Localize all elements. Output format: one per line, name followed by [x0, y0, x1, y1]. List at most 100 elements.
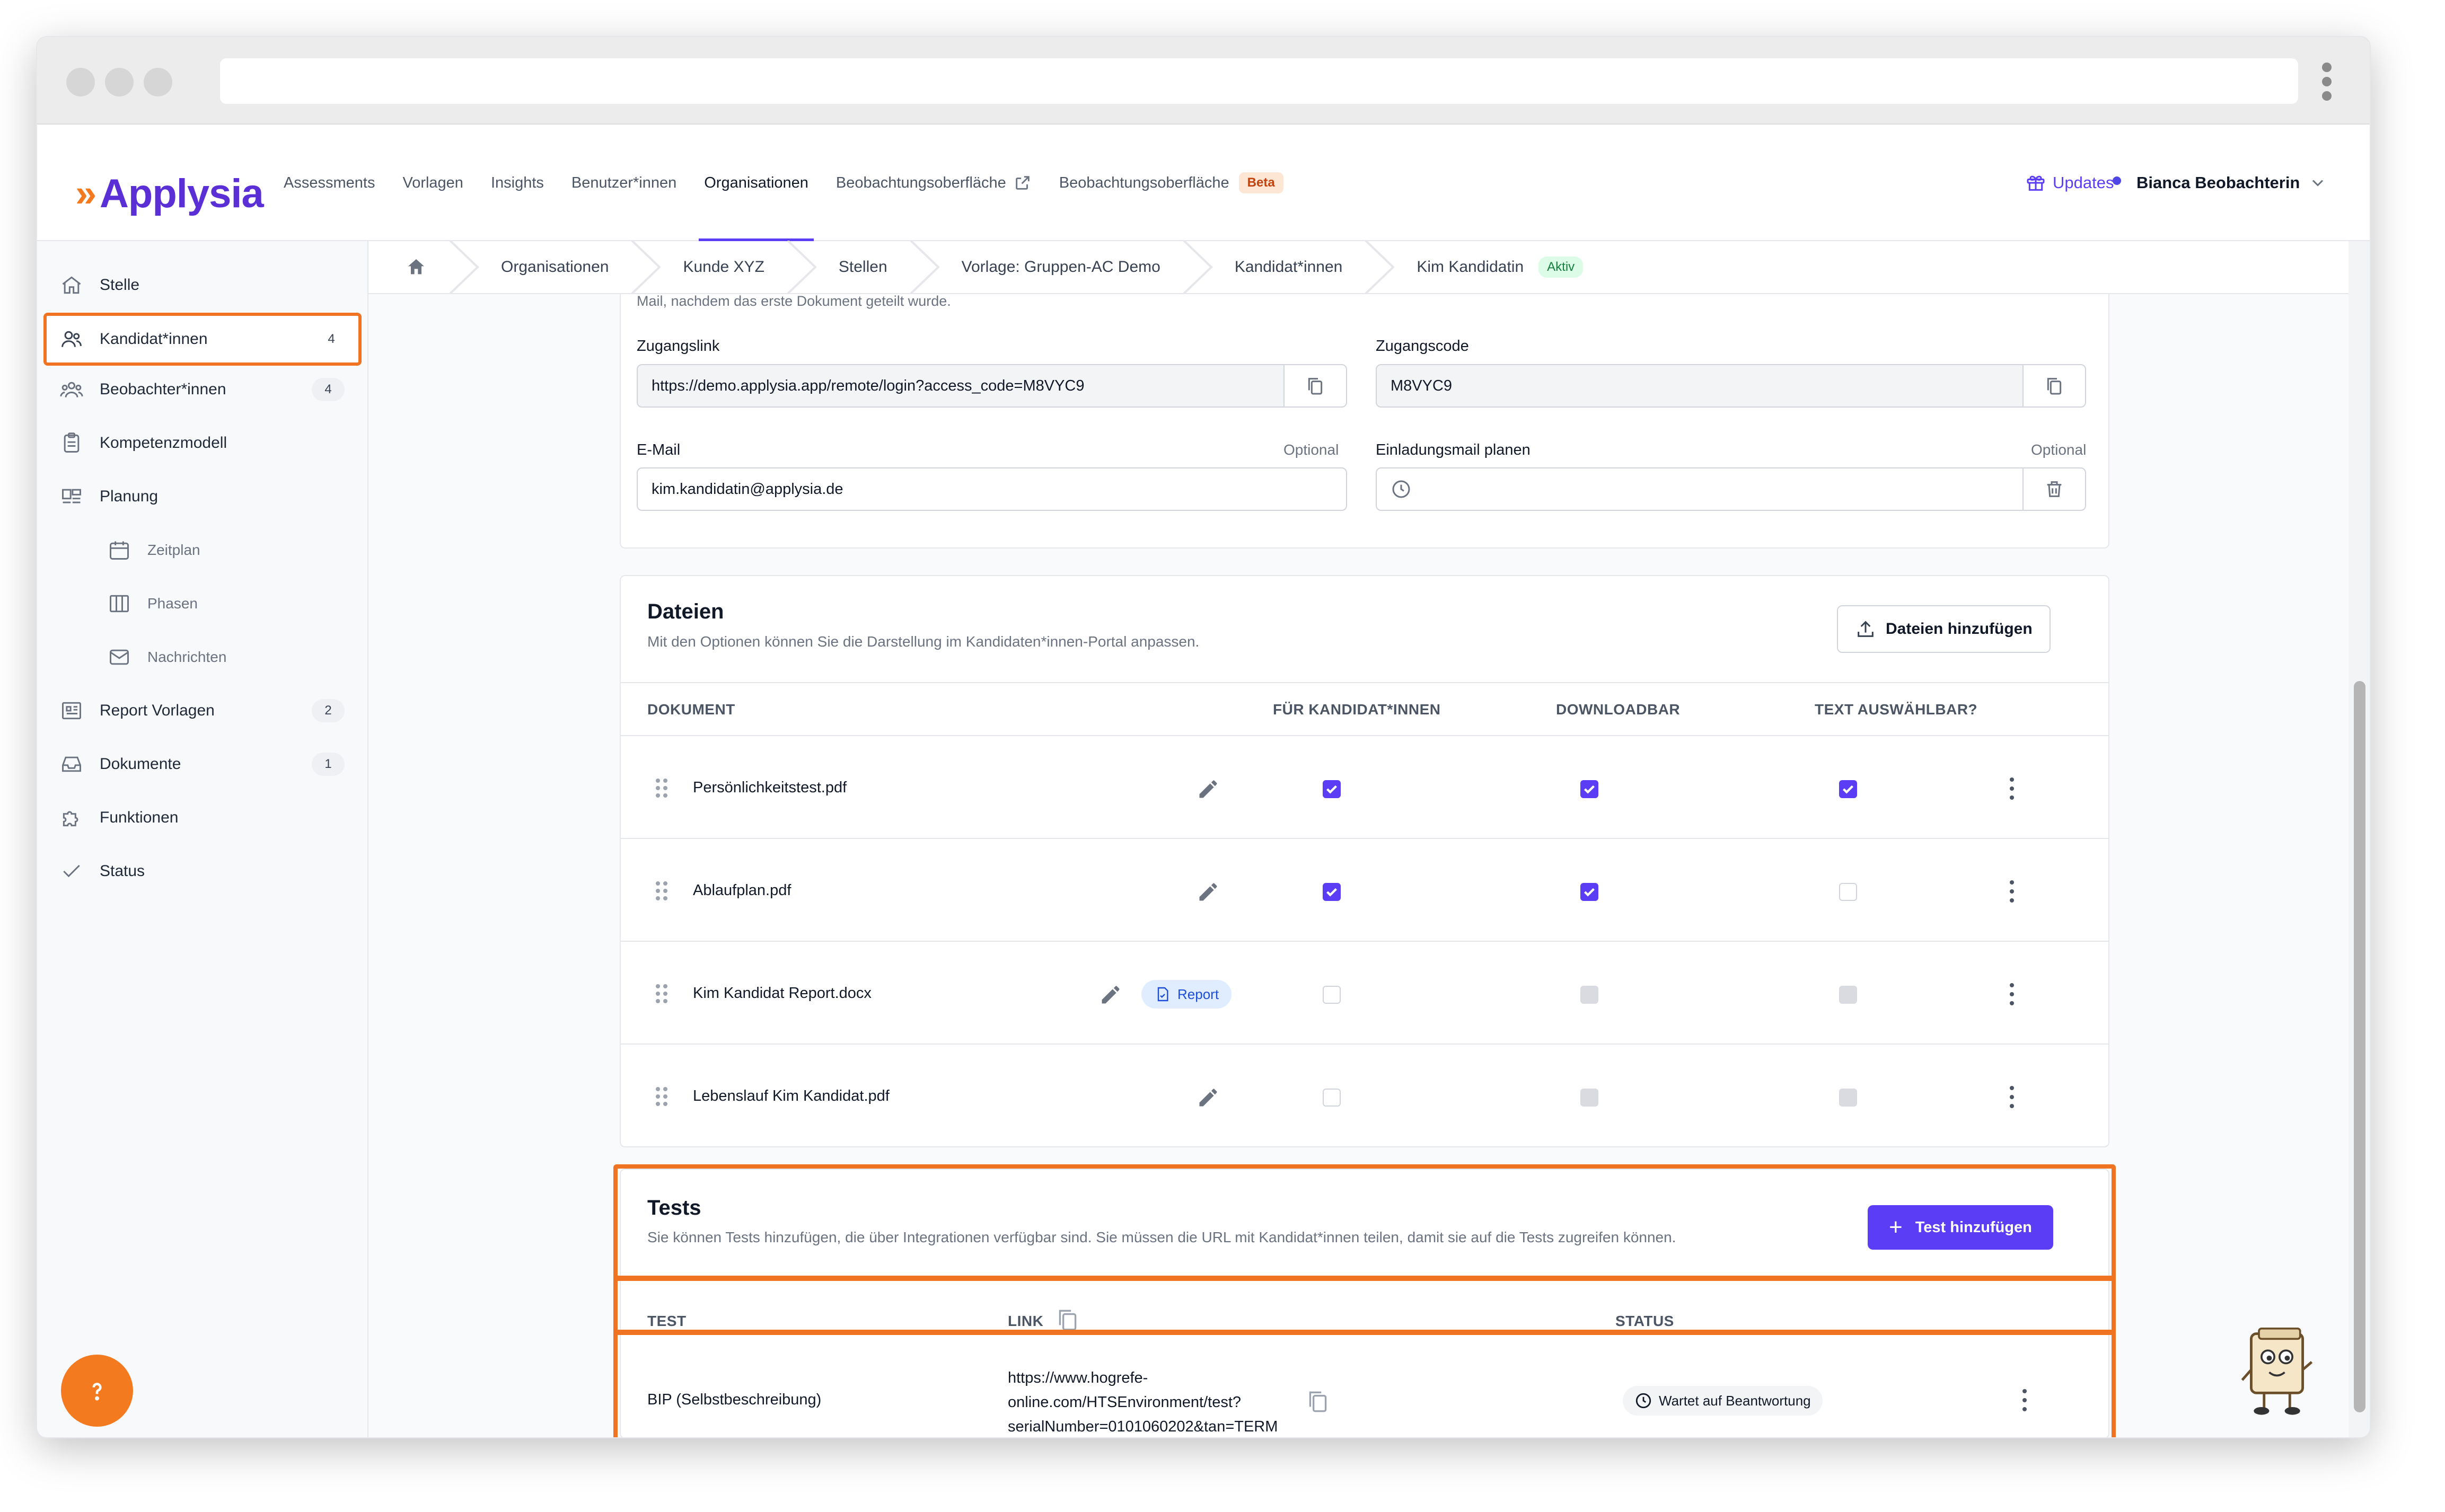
- user-menu[interactable]: Bianca Beobachterin: [2136, 125, 2327, 241]
- nav-assessments[interactable]: Assessments: [284, 125, 375, 241]
- window-minimize-dot[interactable]: [105, 68, 134, 96]
- nav-insights[interactable]: Insights: [491, 125, 544, 241]
- report-tag[interactable]: Report: [1141, 980, 1232, 1009]
- drag-handle-icon[interactable]: [655, 777, 669, 799]
- sidebar-item-beobachterinnen[interactable]: Beobachter*innen 4: [58, 368, 355, 411]
- files-title: Dateien: [647, 600, 724, 623]
- downloadable-checkbox[interactable]: [1580, 780, 1598, 798]
- sidebar-item-kompetenzmodell[interactable]: Kompetenzmodell: [58, 422, 355, 464]
- add-files-button[interactable]: Dateien hinzufügen: [1837, 605, 2051, 653]
- chevron-down-icon: [2312, 180, 2324, 187]
- zugangscode-field[interactable]: M8VYC9: [1376, 364, 2024, 408]
- browser-menu-icon[interactable]: [2322, 63, 2333, 101]
- breadcrumb-separator: [910, 241, 940, 294]
- window-maximize-dot[interactable]: [144, 68, 172, 96]
- nav-benutzer[interactable]: Benutzer*innen: [571, 125, 676, 241]
- selectable-checkbox[interactable]: [1839, 883, 1857, 901]
- nav-vorlagen[interactable]: Vorlagen: [402, 125, 463, 241]
- copy-link-button[interactable]: [1283, 364, 1347, 408]
- selectable-checkbox[interactable]: [1839, 780, 1857, 798]
- pencil-icon[interactable]: [1197, 880, 1220, 904]
- email-optional-label: Optional: [1283, 441, 1339, 458]
- for-candidates-checkbox[interactable]: [1323, 1089, 1341, 1107]
- access-intro-text: Mail, nachdem das erste Dokument geteilt…: [637, 294, 951, 309]
- sidebar-item-label: Status: [100, 862, 145, 880]
- document-name: Lebenslauf Kim Kandidat.pdf: [693, 1087, 890, 1104]
- files-card: Dateien Mit den Optionen können Sie die …: [620, 575, 2109, 1147]
- address-bar[interactable]: [220, 58, 2298, 104]
- table-divider: [621, 735, 2108, 736]
- sidebar-item-zeitplan[interactable]: Zeitplan: [106, 529, 355, 571]
- zugangslink-field[interactable]: https://demo.applysia.app/remote/login?a…: [637, 364, 1285, 408]
- nav-beobachtungsoberflaeche-beta[interactable]: Beobachtungsoberfläche Beta: [1059, 125, 1283, 241]
- breadcrumb-home[interactable]: [406, 241, 427, 294]
- checkmark-icon: [1326, 888, 1338, 897]
- breadcrumb-vorlage[interactable]: Vorlage: Gruppen-AC Demo: [962, 241, 1160, 294]
- row-menu-icon[interactable]: [2010, 777, 2015, 801]
- gift-icon: [2027, 175, 2045, 191]
- row-menu-icon[interactable]: [2010, 983, 2015, 1006]
- external-link-icon: [1016, 176, 1030, 190]
- einladungsmail-label: Einladungsmail planen: [1376, 441, 1531, 458]
- table-divider: [621, 941, 2108, 942]
- email-field[interactable]: kim.kandidatin@applysia.de: [637, 467, 1347, 511]
- row-menu-icon[interactable]: [2010, 1086, 2015, 1109]
- drag-handle-icon[interactable]: [655, 1086, 669, 1107]
- delete-schedule-button[interactable]: [2022, 467, 2086, 511]
- sidebar-item-dokumente[interactable]: Dokumente 1: [58, 743, 355, 785]
- email-label: E-Mail: [637, 441, 681, 458]
- scrollbar-thumb[interactable]: [2354, 681, 2365, 1412]
- main-nav: Assessments Vorlagen Insights Benutzer*i…: [284, 125, 1311, 241]
- sidebar-item-nachrichten[interactable]: Nachrichten: [106, 636, 355, 678]
- assistant-mascot-icon[interactable]: [2237, 1326, 2317, 1416]
- pencil-icon[interactable]: [1197, 777, 1220, 801]
- help-button[interactable]: [61, 1355, 133, 1427]
- sidebar-item-label: Funktionen: [100, 809, 179, 826]
- document-name: Persönlichkeitstest.pdf: [693, 779, 847, 796]
- sidebar-count-badge: 1: [312, 753, 345, 776]
- sidebar-item-label: Kompetenzmodell: [100, 434, 227, 452]
- breadcrumb-stellen[interactable]: Stellen: [839, 241, 887, 294]
- sidebar-item-status[interactable]: Status: [58, 850, 355, 892]
- breadcrumb-separator: [1365, 241, 1395, 294]
- sidebar-item-stelle[interactable]: Stelle: [58, 264, 355, 306]
- for-candidates-checkbox[interactable]: [1323, 883, 1341, 901]
- sidebar-item-kandidatinnen[interactable]: Kandidat*innen 4: [43, 313, 362, 366]
- document-name: Kim Kandidat Report.docx: [693, 985, 872, 1002]
- sidebar-count-badge: 2: [312, 699, 345, 722]
- nav-organisationen[interactable]: Organisationen: [699, 125, 814, 241]
- for-candidates-checkbox[interactable]: [1323, 986, 1341, 1004]
- for-candidates-checkbox[interactable]: [1323, 780, 1341, 798]
- checkmark-icon: [1326, 785, 1338, 794]
- breadcrumb-kandidatinnen[interactable]: Kandidat*innen: [1235, 241, 1343, 294]
- sidebar: Stelle Kandidat*innen 4 Beobachter*innen…: [37, 241, 368, 1437]
- downloadable-checkbox[interactable]: [1580, 883, 1598, 901]
- group-icon: [58, 376, 85, 403]
- drag-handle-icon[interactable]: [655, 880, 669, 901]
- pencil-icon[interactable]: [1197, 1086, 1220, 1109]
- row-menu-icon[interactable]: [2010, 880, 2015, 904]
- einladungsmail-field[interactable]: [1376, 467, 2024, 511]
- trash-icon: [2047, 481, 2062, 497]
- sidebar-item-planung[interactable]: Planung: [58, 475, 355, 518]
- updates-button[interactable]: Updates: [2025, 125, 2114, 241]
- add-files-label: Dateien hinzufügen: [1886, 620, 2033, 638]
- browser-window: » Applysia Assessments Vorlagen Insights…: [37, 37, 2370, 1437]
- sidebar-item-funktionen[interactable]: Funktionen: [58, 797, 355, 839]
- home-icon: [58, 272, 85, 298]
- sidebar-item-report-vorlagen[interactable]: Report Vorlagen 2: [58, 689, 355, 732]
- drag-handle-icon[interactable]: [655, 983, 669, 1004]
- upload-icon: [1858, 621, 1874, 637]
- report-tag-label: Report: [1177, 986, 1219, 1002]
- pencil-icon[interactable]: [1099, 983, 1122, 1006]
- sidebar-item-phasen[interactable]: Phasen: [106, 582, 355, 625]
- applysia-logo[interactable]: » Applysia: [75, 171, 264, 216]
- breadcrumb-organisationen[interactable]: Organisationen: [501, 241, 609, 294]
- sidebar-item-label: Planung: [100, 488, 159, 505]
- sidebar-item-label: Beobachter*innen: [100, 381, 226, 398]
- home-icon: [408, 259, 424, 275]
- copy-code-button[interactable]: [2022, 364, 2086, 408]
- nav-beobachtungsoberflaeche[interactable]: Beobachtungsoberfläche: [836, 125, 1032, 241]
- window-close-dot[interactable]: [66, 68, 95, 96]
- breadcrumb-kunde[interactable]: Kunde XYZ: [683, 241, 764, 294]
